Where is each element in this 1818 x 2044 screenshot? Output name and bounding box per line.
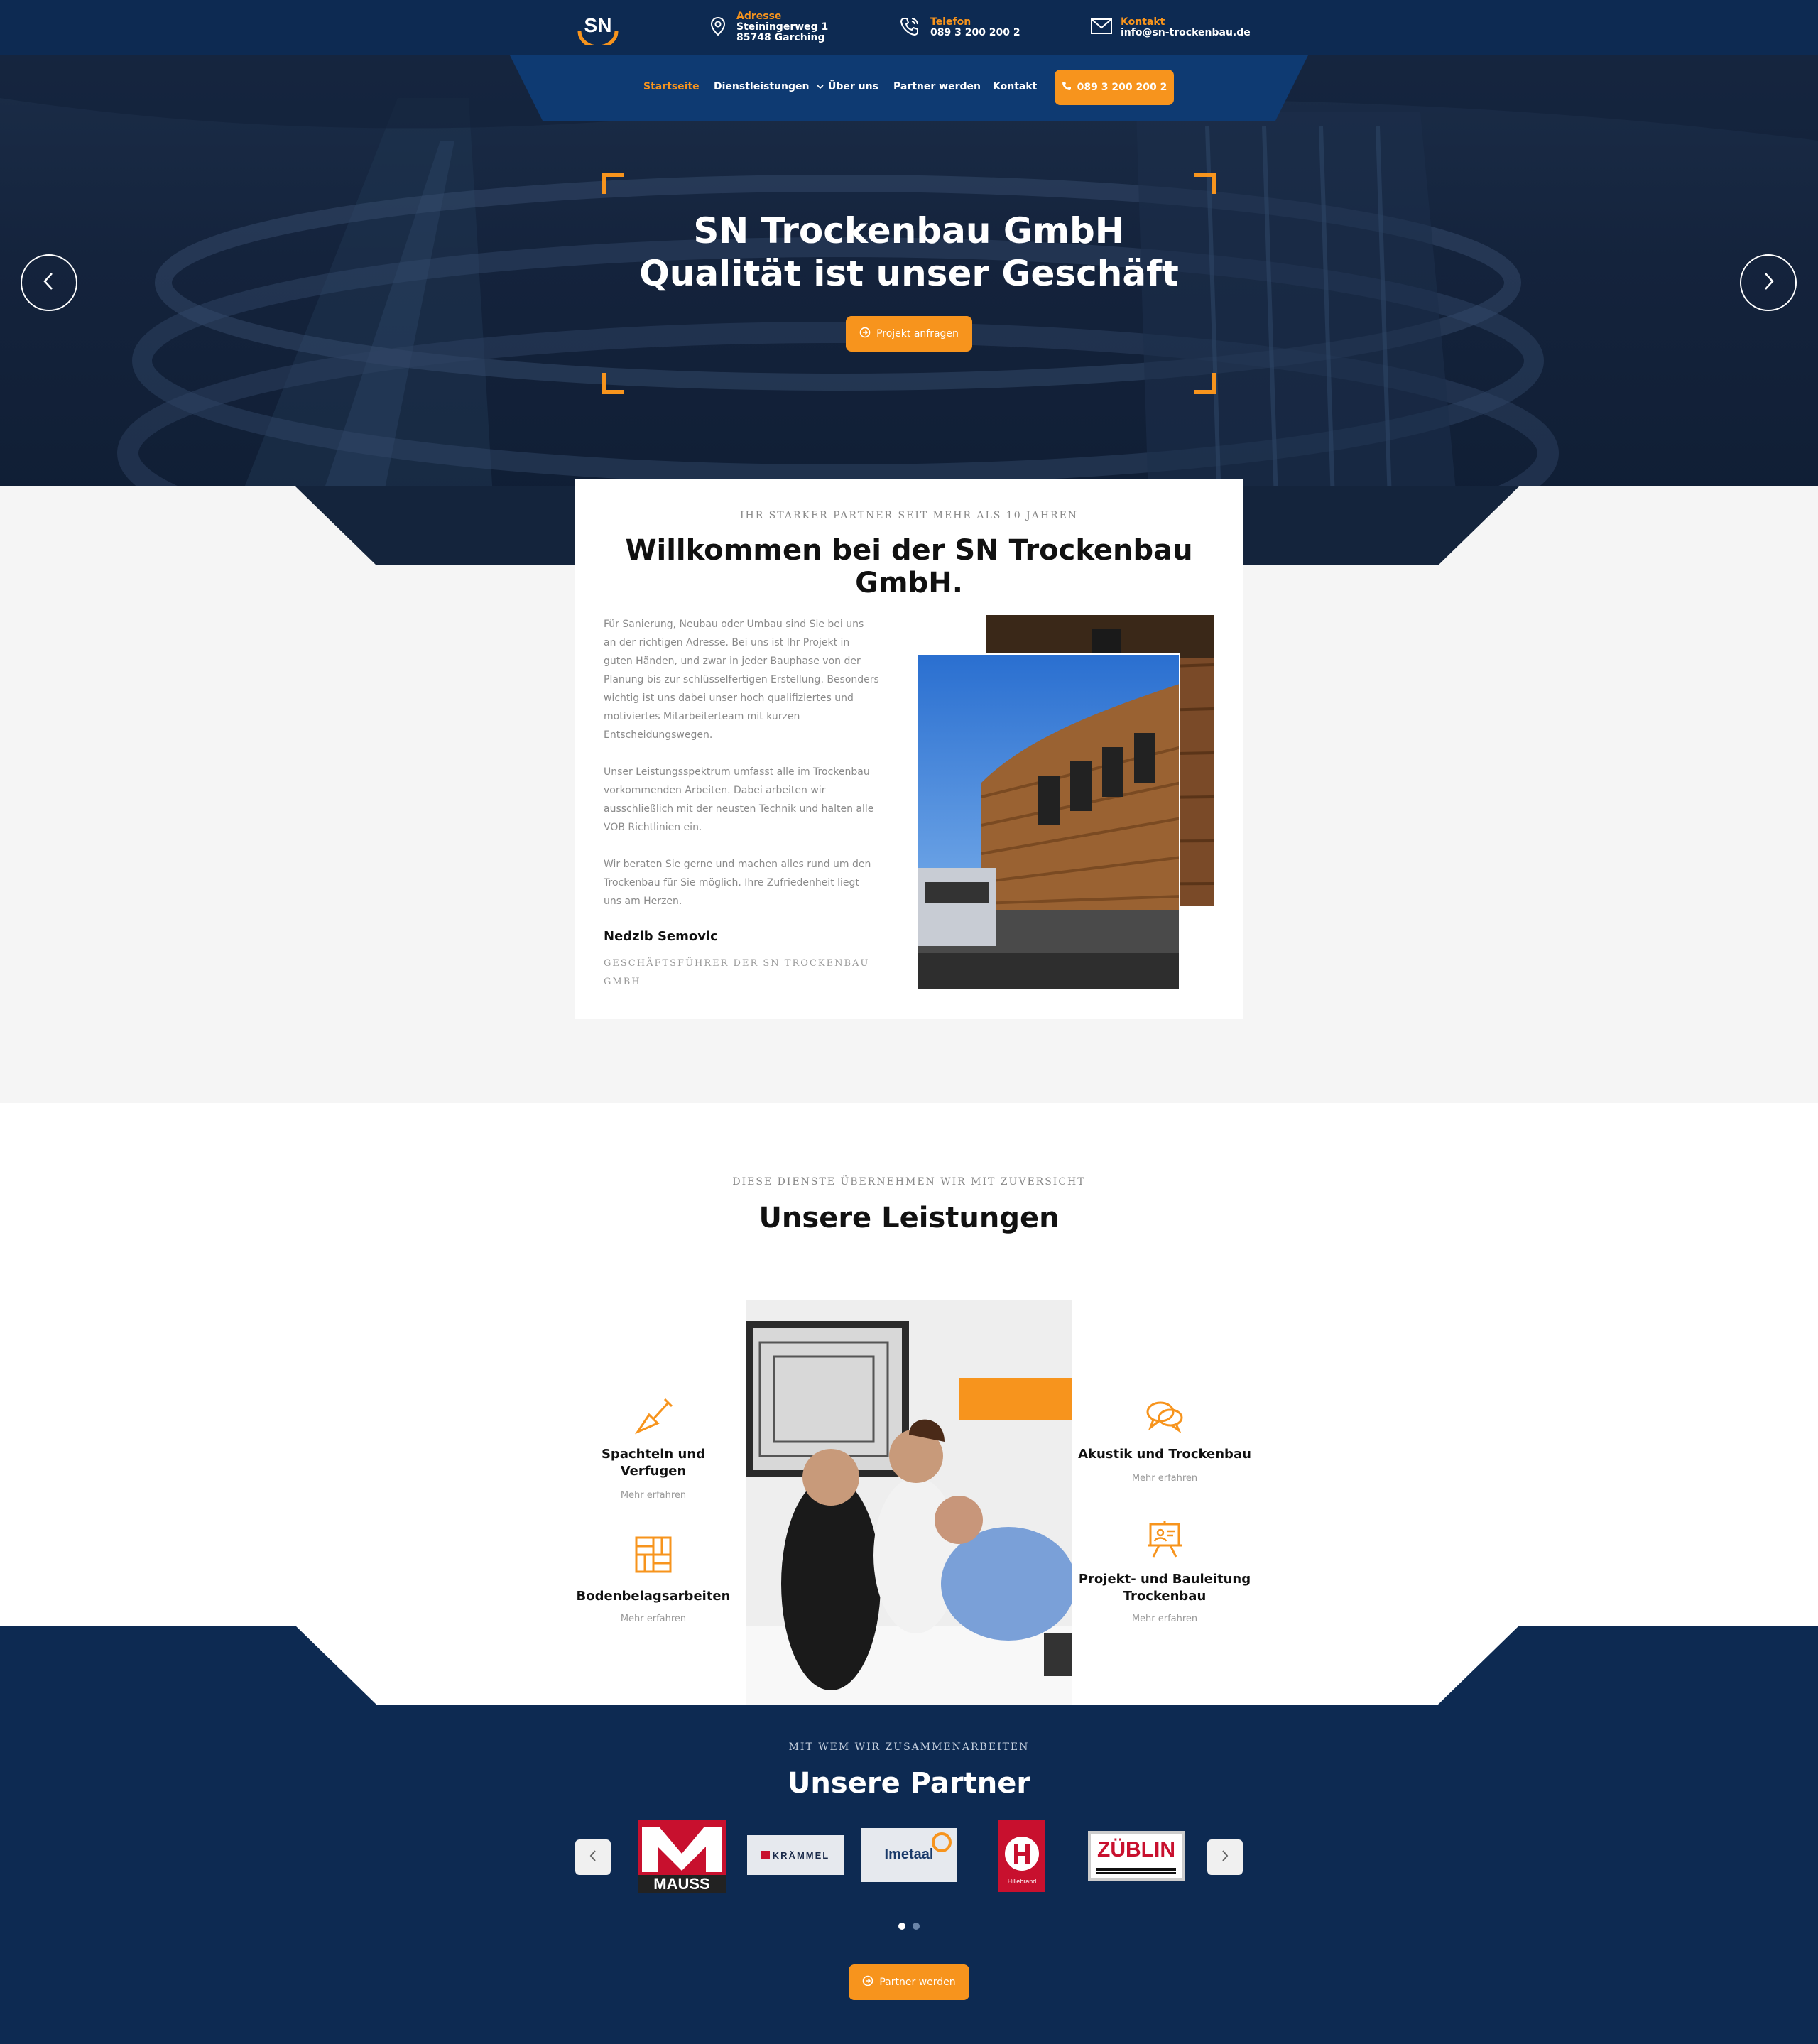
presentation-board-icon: [1146, 1520, 1183, 1558]
team-planning-image: [746, 1300, 1072, 1705]
contact-email[interactable]: info@sn-trockenbau.de: [1121, 28, 1251, 38]
company-logo[interactable]: SN: [572, 10, 624, 49]
partners-next-button[interactable]: [1207, 1839, 1243, 1875]
phone-icon: [1062, 81, 1072, 94]
envelope-icon: [1090, 17, 1112, 38]
nav-dienstleistungen[interactable]: Dienstleistungen: [714, 81, 824, 92]
nav-dienstleistungen-label: Dienstleistungen: [714, 81, 810, 92]
welcome-paragraph-2: Unser Leistungsspektrum umfasst alle im …: [604, 766, 874, 833]
partner-logo-mauss-text: MAUSS: [638, 1875, 726, 1893]
chevron-down-icon: [817, 81, 824, 92]
address-line2: 85748 Garching: [736, 32, 825, 43]
hero-title-line1: SN Trockenbau GmbH: [693, 210, 1125, 251]
address-line1: Steiningerweg 1: [736, 21, 829, 33]
partner-logo-mauss[interactable]: MAUSS: [638, 1820, 726, 1893]
phone-label: Telefon: [930, 16, 971, 28]
partners-prev-button[interactable]: [575, 1839, 611, 1875]
signature-role: Geschäftsführer der SN Trockenbau GmbH: [604, 958, 870, 987]
partners-eyebrow: Mit wem wir zusammenarbeiten: [788, 1741, 1030, 1753]
service-link-projektleitung[interactable]: Mehr erfahren: [1072, 1614, 1257, 1624]
partner-logo-zueblin[interactable]: ZÜBLIN: [1088, 1831, 1185, 1881]
project-request-label: Projekt anfragen: [876, 328, 959, 339]
partner-logo-hillebrand-text: Hillebrand: [1007, 1878, 1037, 1885]
frame-corner-top-left: [602, 173, 624, 194]
partner-logo-kraemmel[interactable]: KRÄMMEL: [747, 1835, 844, 1875]
speech-bubbles-icon: [1145, 1399, 1185, 1434]
service-title-projektleitung-line1: Projekt- und Bauleitung: [1078, 1572, 1251, 1587]
project-request-button[interactable]: Projekt anfragen: [846, 316, 972, 352]
service-title-projektleitung-line2: Trockenbau: [1123, 1589, 1207, 1604]
partner-logo-kraemmel-text: KRÄMMEL: [772, 1849, 830, 1861]
partner-logo-hillebrand[interactable]: Hillebrand: [998, 1820, 1045, 1892]
service-title-akustik[interactable]: Akustik und Trockenbau: [1072, 1446, 1257, 1463]
chevron-right-icon: [1221, 1849, 1229, 1865]
welcome-paragraph-1: Für Sanierung, Neubau oder Umbau sind Si…: [604, 619, 879, 741]
contact-info[interactable]: Kontakt info@sn-trockenbau.de: [1121, 17, 1251, 38]
hero-title-line2: Qualität ist unser Geschäft: [639, 253, 1179, 294]
nav-phone-button[interactable]: 089 3 200 200 2: [1055, 70, 1174, 105]
carousel-dot-2[interactable]: [913, 1923, 920, 1930]
partner-logo-imetaal[interactable]: Imetaal: [861, 1828, 957, 1882]
chevron-left-icon: [42, 271, 56, 294]
address-label: Adresse: [736, 11, 782, 22]
become-partner-button[interactable]: Partner werden: [849, 1964, 969, 2000]
frame-corner-top-right: [1194, 173, 1216, 194]
nav-phone-label: 089 3 200 200 2: [1077, 82, 1167, 93]
nav-partner-werden[interactable]: Partner werden: [893, 81, 981, 92]
service-link-bodenbelag[interactable]: Mehr erfahren: [561, 1614, 746, 1624]
welcome-eyebrow: Ihr starker Partner seit mehr als 10 Jah…: [739, 510, 1079, 521]
contact-label: Kontakt: [1121, 16, 1165, 28]
chevron-left-icon: [589, 1849, 597, 1865]
services-eyebrow: Diese Dienste übernehmen wir mit Zuversi…: [732, 1176, 1086, 1187]
welcome-title: Willkommen bei der SN Trockenbau GmbH.: [625, 534, 1193, 599]
address-info: Adresse Steiningerweg 1 85748 Garching: [736, 11, 828, 43]
phone-info[interactable]: Telefon 089 3 200 200 2: [930, 17, 1020, 38]
arrow-circle-icon: [862, 1975, 873, 1989]
zueblin-underline: [1096, 1868, 1176, 1871]
phone-icon: [899, 16, 920, 37]
arrow-circle-icon: [859, 327, 871, 341]
service-title-spachteln-line2: Verfugen: [620, 1464, 687, 1479]
partners-title: Unsere Partner: [787, 1767, 1031, 1800]
service-title-spachteln-line1: Spachteln und: [601, 1447, 706, 1462]
floor-tiles-icon: [634, 1535, 673, 1574]
service-link-spachteln[interactable]: Mehr erfahren: [568, 1490, 739, 1501]
phone-value[interactable]: 089 3 200 200 2: [930, 28, 1020, 38]
trowel-icon: [631, 1395, 676, 1437]
services-title: Unsere Leistungen: [758, 1202, 1060, 1234]
welcome-paragraph-3: Wir beraten Sie gerne und machen alles r…: [604, 859, 871, 907]
become-partner-label: Partner werden: [879, 1977, 956, 1988]
service-link-akustik[interactable]: Mehr erfahren: [1072, 1473, 1257, 1484]
partner-logo-imetaal-text: Imetaal: [884, 1847, 934, 1862]
hero-prev-button[interactable]: [21, 254, 77, 311]
frame-corner-bottom-right: [1194, 373, 1216, 394]
service-title-bodenbelag[interactable]: Bodenbelagsarbeiten: [561, 1588, 746, 1605]
logo-text: SN: [584, 14, 612, 36]
frame-corner-bottom-left: [602, 373, 624, 394]
kraemmel-mark-icon: [761, 1851, 770, 1859]
signature-name: Nedzib Semovic: [604, 929, 718, 944]
chevron-right-icon: [1761, 271, 1775, 294]
carousel-dot-1[interactable]: [898, 1923, 905, 1930]
location-pin-icon: [707, 16, 729, 37]
partner-logo-zueblin-text: ZÜBLIN: [1097, 1838, 1175, 1861]
hero-next-button[interactable]: [1740, 254, 1797, 311]
service-title-projektleitung[interactable]: Projekt- und Bauleitung Trockenbau: [1072, 1571, 1257, 1605]
service-title-spachteln[interactable]: Spachteln und Verfugen: [568, 1446, 739, 1480]
nav-kontakt[interactable]: Kontakt: [993, 81, 1037, 92]
nav-startseite[interactable]: Startseite: [643, 81, 700, 92]
zueblin-underline-2: [1096, 1872, 1176, 1874]
wood-facade-building-image: [916, 653, 1180, 990]
nav-ueber-uns[interactable]: Über uns: [828, 81, 878, 92]
hero-title: SN Trockenbau GmbH Qualität ist unser Ge…: [554, 210, 1264, 295]
